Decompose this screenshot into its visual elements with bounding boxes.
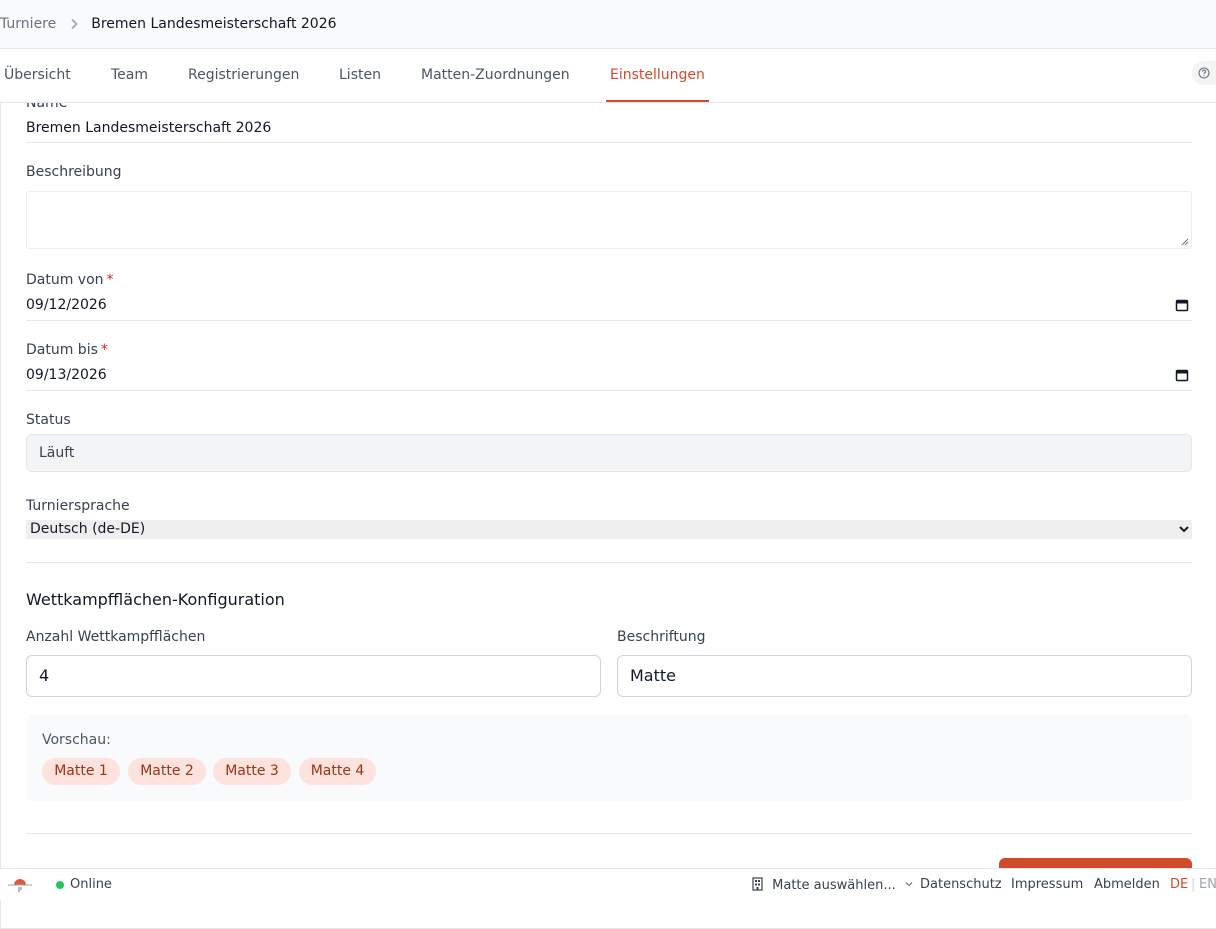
lang-en-link[interactable]: EN — [1199, 877, 1216, 892]
description-label: Beschreibung — [26, 164, 122, 180]
lang-separator: | — [1191, 877, 1196, 892]
save-button[interactable] — [999, 858, 1192, 868]
mat-preview: Vorschau: Matte 1 Matte 2 Matte 3 Matte … — [26, 714, 1192, 801]
online-status-dot — [56, 881, 64, 889]
chevron-down-icon — [905, 882, 913, 887]
tab-overview[interactable]: Übersicht — [4, 49, 71, 102]
required-mark: * — [70, 103, 78, 111]
help-button[interactable] — [1192, 61, 1216, 85]
calendar-icon[interactable] — [1175, 368, 1189, 382]
tab-registrations[interactable]: Registrierungen — [188, 49, 299, 102]
breadcrumb: Turniere Bremen Landesmeisterschaft 2026 — [0, 0, 1216, 49]
preview-pill: Matte 1 — [42, 758, 120, 785]
mat-count-input[interactable]: 4 — [26, 655, 601, 697]
preview-pill: Matte 3 — [213, 758, 291, 785]
breadcrumb-root-link[interactable]: Turniere — [0, 16, 56, 32]
mat-config-title: Wettkampfflächen-Konfiguration — [26, 590, 285, 609]
mat-caption-label: Beschriftung — [617, 629, 706, 645]
description-textarea[interactable] — [26, 191, 1192, 249]
preview-pill: Matte 4 — [299, 758, 376, 785]
mat-caption-input[interactable]: Matte — [617, 655, 1192, 697]
building-icon — [752, 877, 763, 891]
footer-bar: Online Matte auswählen... Datenschutz Im… — [0, 868, 1216, 900]
online-status: Online — [70, 877, 112, 892]
date-from-input[interactable]: 09/12/2026 — [26, 297, 1192, 321]
settings-form: Name * Bremen Landesmeisterschaft 2026 Be… — [0, 103, 1216, 868]
preview-pill: Matte 2 — [128, 758, 206, 785]
imprint-link[interactable]: Impressum — [1011, 877, 1083, 892]
mat-count-label: Anzahl Wettkampfflächen — [26, 629, 206, 645]
date-to-input[interactable]: 09/13/2026 — [26, 367, 1192, 391]
language-label: Turniersprache — [26, 498, 130, 514]
tab-team[interactable]: Team — [111, 49, 148, 102]
chevron-right-icon — [69, 18, 79, 30]
privacy-link[interactable]: Datenschutz — [920, 877, 1002, 892]
resize-grip-icon[interactable] — [1181, 238, 1189, 246]
app-logo-icon — [8, 879, 32, 892]
tab-mat-assignments[interactable]: Matten-Zuordnungen — [421, 49, 570, 102]
status-label: Status — [26, 412, 71, 428]
tab-settings[interactable]: Einstellungen — [606, 49, 709, 102]
language-select[interactable]: Deutsch (de-DE) — [26, 520, 1192, 539]
logout-link[interactable]: Abmelden — [1094, 877, 1160, 892]
preview-label: Vorschau: — [42, 732, 111, 748]
mat-select-dropdown[interactable]: Matte auswählen... — [751, 877, 914, 893]
calendar-icon[interactable] — [1175, 298, 1189, 312]
status-field: Läuft — [26, 434, 1192, 472]
chevron-down-icon — [1179, 526, 1189, 533]
name-label: Name * — [26, 103, 77, 111]
tab-bar: Übersicht Team Registrierungen Listen Ma… — [0, 49, 1216, 103]
date-to-label: Datum bis * — [26, 342, 108, 358]
page-bottom-area — [0, 900, 1216, 929]
date-from-label: Datum von * — [26, 272, 114, 288]
divider — [26, 833, 1192, 834]
help-icon — [1198, 67, 1210, 79]
lang-de-link[interactable]: DE — [1170, 877, 1188, 892]
divider — [26, 562, 1192, 563]
tab-lists[interactable]: Listen — [339, 49, 381, 102]
name-input[interactable]: Bremen Landesmeisterschaft 2026 — [26, 120, 1192, 143]
breadcrumb-current: Bremen Landesmeisterschaft 2026 — [91, 16, 337, 32]
